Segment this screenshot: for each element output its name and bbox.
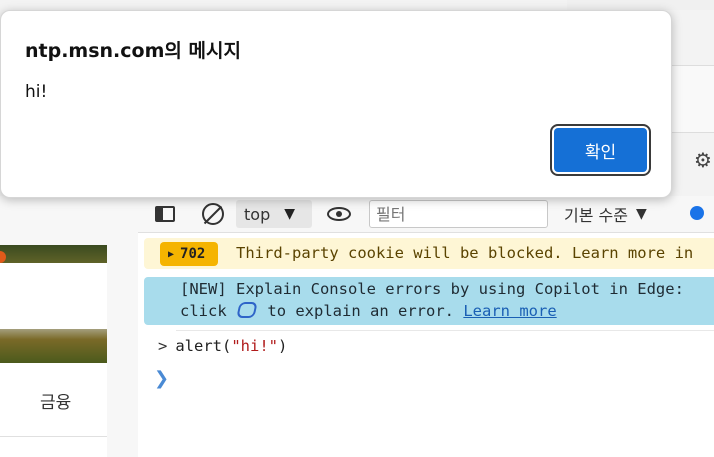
gear-icon[interactable]: ⚙	[694, 148, 714, 172]
info-text-line2: click to explain an error. Learn more	[180, 302, 557, 320]
dialog-title: ntp.msn.com의 메시지	[25, 40, 241, 62]
warning-count-badge[interactable]: ▶ 702	[160, 242, 218, 266]
context-label: top	[244, 204, 271, 224]
ok-button[interactable]: 확인	[554, 128, 647, 172]
sidebar-toggle-icon[interactable]	[152, 201, 178, 227]
notification-dot	[0, 251, 6, 263]
warning-message[interactable]: ▶ 702 Third-party cookie will be blocked…	[144, 238, 714, 269]
copilot-icon[interactable]	[236, 302, 258, 318]
chevron-right-icon: >	[158, 337, 168, 355]
devtools-console: top ▼ 기본 수준 ▼ ▶ 702 Third-party cookie w…	[138, 196, 714, 457]
dialog-message: hi!	[25, 82, 48, 102]
clear-console-icon[interactable]	[200, 201, 226, 227]
learn-more-link[interactable]: Learn more	[463, 302, 556, 320]
warning-text: Third-party cookie will be blocked. Lear…	[236, 244, 694, 262]
caret-down-icon: ▼	[284, 206, 295, 222]
news-card-image	[0, 245, 107, 363]
log-level-selector[interactable]: 기본 수준 ▼	[564, 200, 668, 228]
context-selector[interactable]: top ▼	[236, 200, 312, 228]
divider	[0, 436, 107, 437]
issues-icon[interactable]	[690, 206, 704, 220]
devtools-tabstrip	[670, 65, 714, 133]
filter-input[interactable]	[369, 200, 548, 228]
console-prompt[interactable]: ❯	[154, 368, 169, 389]
log-level-label: 기본 수준	[564, 206, 628, 225]
copilot-info-message: [NEW] Explain Console errors by using Co…	[144, 277, 714, 325]
live-expression-icon[interactable]	[324, 201, 354, 227]
expand-triangle-icon: ▶	[168, 248, 175, 260]
alert-dialog: ntp.msn.com의 메시지 hi! 확인	[0, 10, 672, 198]
caret-down-icon: ▼	[635, 206, 647, 222]
console-toolbar: top ▼ 기본 수준 ▼	[138, 196, 714, 233]
news-card-caption-area	[0, 263, 107, 329]
console-command: > alert("hi!")	[158, 337, 288, 355]
finance-tab[interactable]: 금융	[40, 388, 71, 413]
divider	[176, 330, 714, 331]
info-text-line1: [NEW] Explain Console errors by using Co…	[180, 280, 684, 298]
browser-edge	[567, 0, 714, 10]
